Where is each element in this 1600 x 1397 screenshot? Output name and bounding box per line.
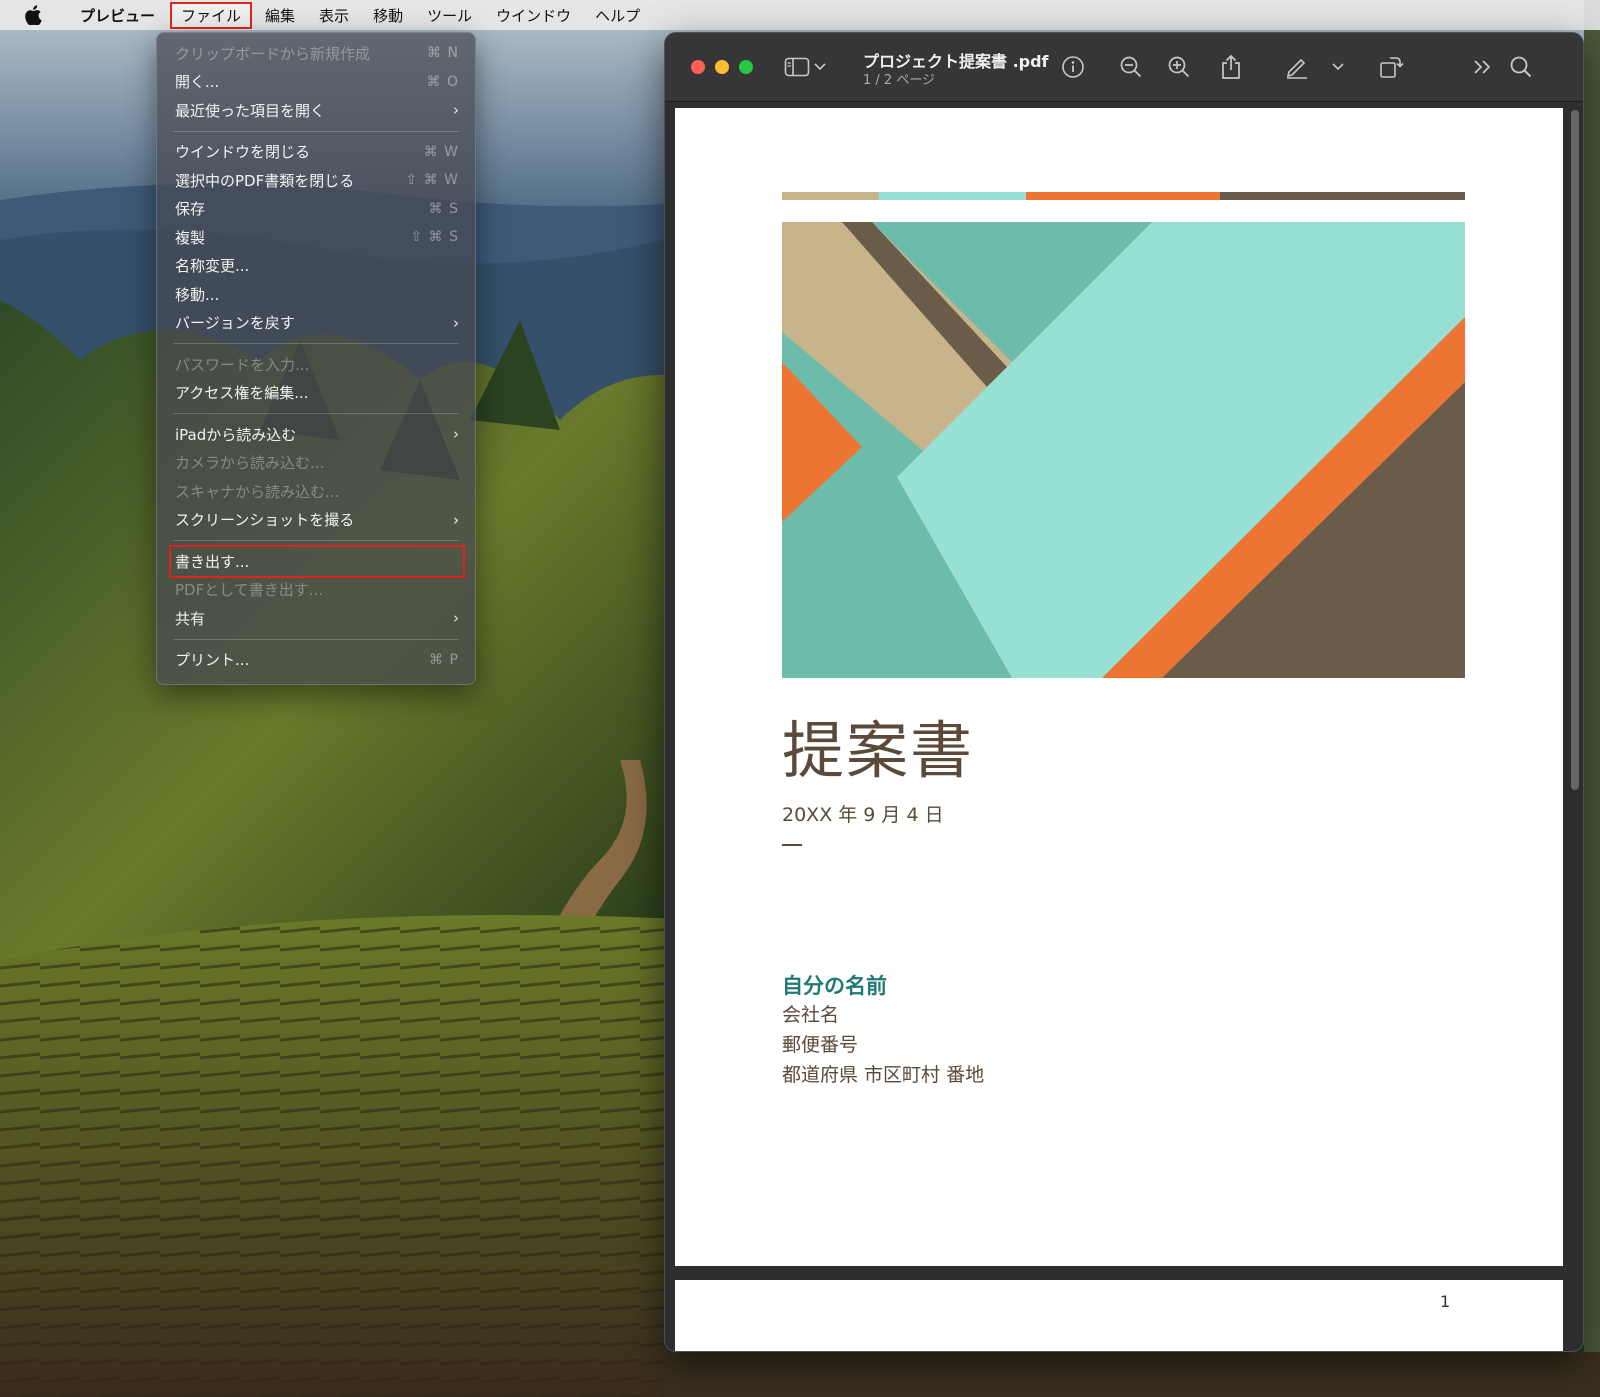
menu-item-save[interactable]: 保存 ⌘ S bbox=[157, 195, 475, 224]
minimize-window-button[interactable] bbox=[715, 60, 729, 74]
scrollbar[interactable] bbox=[1571, 110, 1579, 790]
pdf-page-2: 1 bbox=[675, 1280, 1563, 1351]
pdf-author-name: 自分の名前 bbox=[782, 974, 887, 998]
menu-item-edit-permissions[interactable]: アクセス権を編集... bbox=[157, 379, 475, 408]
chevron-down-icon[interactable] bbox=[811, 53, 829, 81]
zoom-out-icon[interactable] bbox=[1117, 53, 1145, 81]
menu-item-open[interactable]: 開く... ⌘ O bbox=[157, 68, 475, 97]
menu-item-rename[interactable]: 名称変更... bbox=[157, 252, 475, 281]
chevron-right-icon: › bbox=[453, 313, 459, 332]
menu-item-import-from-ipad[interactable]: iPadから読み込む › bbox=[157, 420, 475, 449]
zoom-in-icon[interactable] bbox=[1165, 53, 1193, 81]
chevron-down-icon[interactable] bbox=[1329, 53, 1347, 81]
menu-item-share[interactable]: 共有 › bbox=[157, 604, 475, 633]
menu-item-move[interactable]: 移動... bbox=[157, 280, 475, 309]
menu-edit[interactable]: 編集 bbox=[255, 3, 305, 28]
cover-image bbox=[782, 222, 1465, 678]
color-stripe bbox=[782, 192, 1465, 200]
menu-go[interactable]: 移動 bbox=[363, 3, 413, 28]
more-icon[interactable] bbox=[1469, 53, 1497, 81]
document-viewer[interactable]: 提案書 20XX 年 9 月 4 日 自分の名前 会社名 郵便番号 都道府県 市… bbox=[665, 102, 1583, 1351]
info-icon[interactable] bbox=[1059, 53, 1087, 81]
menu-item-export-as-pdf[interactable]: PDFとして書き出す... bbox=[157, 576, 475, 605]
file-menu-dropdown: クリップボードから新規作成 ⌘ N 開く... ⌘ O 最近使った項目を開く ›… bbox=[156, 32, 476, 685]
pdf-postal-code: 郵便番号 bbox=[782, 1034, 859, 1056]
menu-separator bbox=[173, 540, 459, 541]
menu-bar: プレビュー ファイル 編集 表示 移動 ツール ウインドウ ヘルプ bbox=[0, 0, 1600, 30]
markup-icon[interactable] bbox=[1283, 53, 1311, 81]
menu-separator bbox=[173, 413, 459, 414]
menu-separator bbox=[173, 130, 459, 132]
zoom-window-button[interactable] bbox=[739, 60, 753, 74]
apple-icon[interactable] bbox=[24, 4, 46, 26]
menu-item-print[interactable]: プリント... ⌘ P bbox=[157, 646, 475, 675]
menu-tools[interactable]: ツール bbox=[417, 3, 482, 28]
pdf-company: 会社名 bbox=[782, 1004, 840, 1026]
chevron-right-icon: › bbox=[453, 510, 459, 529]
pdf-date: 20XX 年 9 月 4 日 bbox=[782, 804, 944, 826]
menu-window[interactable]: ウインドウ bbox=[486, 3, 581, 28]
menu-file[interactable]: ファイル bbox=[170, 1, 253, 29]
page-indicator: 1 / 2 ページ bbox=[863, 73, 936, 88]
share-icon[interactable] bbox=[1217, 53, 1245, 81]
menu-app-name[interactable]: プレビュー bbox=[70, 3, 165, 28]
menu-item-import-from-camera[interactable]: カメラから読み込む... bbox=[157, 449, 475, 478]
rotate-icon[interactable] bbox=[1377, 53, 1405, 81]
menu-item-take-screenshot[interactable]: スクリーンショットを撮る › bbox=[157, 506, 475, 535]
menu-item-import-from-scanner[interactable]: スキャナから読み込む... bbox=[157, 477, 475, 506]
chevron-right-icon: › bbox=[453, 609, 459, 628]
menu-item-duplicate[interactable]: 複製 ⇧ ⌘ S bbox=[157, 223, 475, 252]
menu-view[interactable]: 表示 bbox=[309, 3, 359, 28]
pdf-divider bbox=[782, 844, 802, 846]
menu-item-close-window[interactable]: ウインドウを閉じる ⌘ W bbox=[157, 138, 475, 167]
menu-separator bbox=[173, 343, 459, 344]
menu-item-export[interactable]: 書き出す... bbox=[157, 544, 475, 578]
page-number: 1 bbox=[1440, 1292, 1451, 1311]
menu-item-open-recent[interactable]: 最近使った項目を開く › bbox=[157, 96, 475, 125]
close-window-button[interactable] bbox=[691, 60, 705, 74]
menu-item-enter-password[interactable]: パスワードを入力... bbox=[157, 350, 475, 379]
menu-item-new-from-clipboard[interactable]: クリップボードから新規作成 ⌘ N bbox=[157, 39, 475, 68]
chevron-right-icon: › bbox=[453, 101, 459, 120]
menu-item-close-pdf[interactable]: 選択中のPDF書類を閉じる ⇧ ⌘ W bbox=[157, 166, 475, 195]
chevron-right-icon: › bbox=[453, 425, 459, 444]
menu-item-revert-to[interactable]: バージョンを戻す › bbox=[157, 309, 475, 338]
preview-window: プロジェクト提案書 .pdf 1 / 2 ページ 提案書 20XX 年 9 月 … bbox=[664, 32, 1584, 1352]
pdf-title: 提案書 bbox=[782, 714, 975, 787]
window-toolbar: プロジェクト提案書 .pdf 1 / 2 ページ bbox=[665, 33, 1583, 102]
pdf-page-1: 提案書 20XX 年 9 月 4 日 自分の名前 会社名 郵便番号 都道府県 市… bbox=[675, 108, 1563, 1266]
pdf-address: 都道府県 市区町村 番地 bbox=[782, 1064, 985, 1086]
search-icon[interactable] bbox=[1507, 53, 1535, 81]
menu-help[interactable]: ヘルプ bbox=[585, 3, 650, 28]
sidebar-icon[interactable] bbox=[783, 53, 811, 81]
menu-separator bbox=[173, 638, 459, 640]
